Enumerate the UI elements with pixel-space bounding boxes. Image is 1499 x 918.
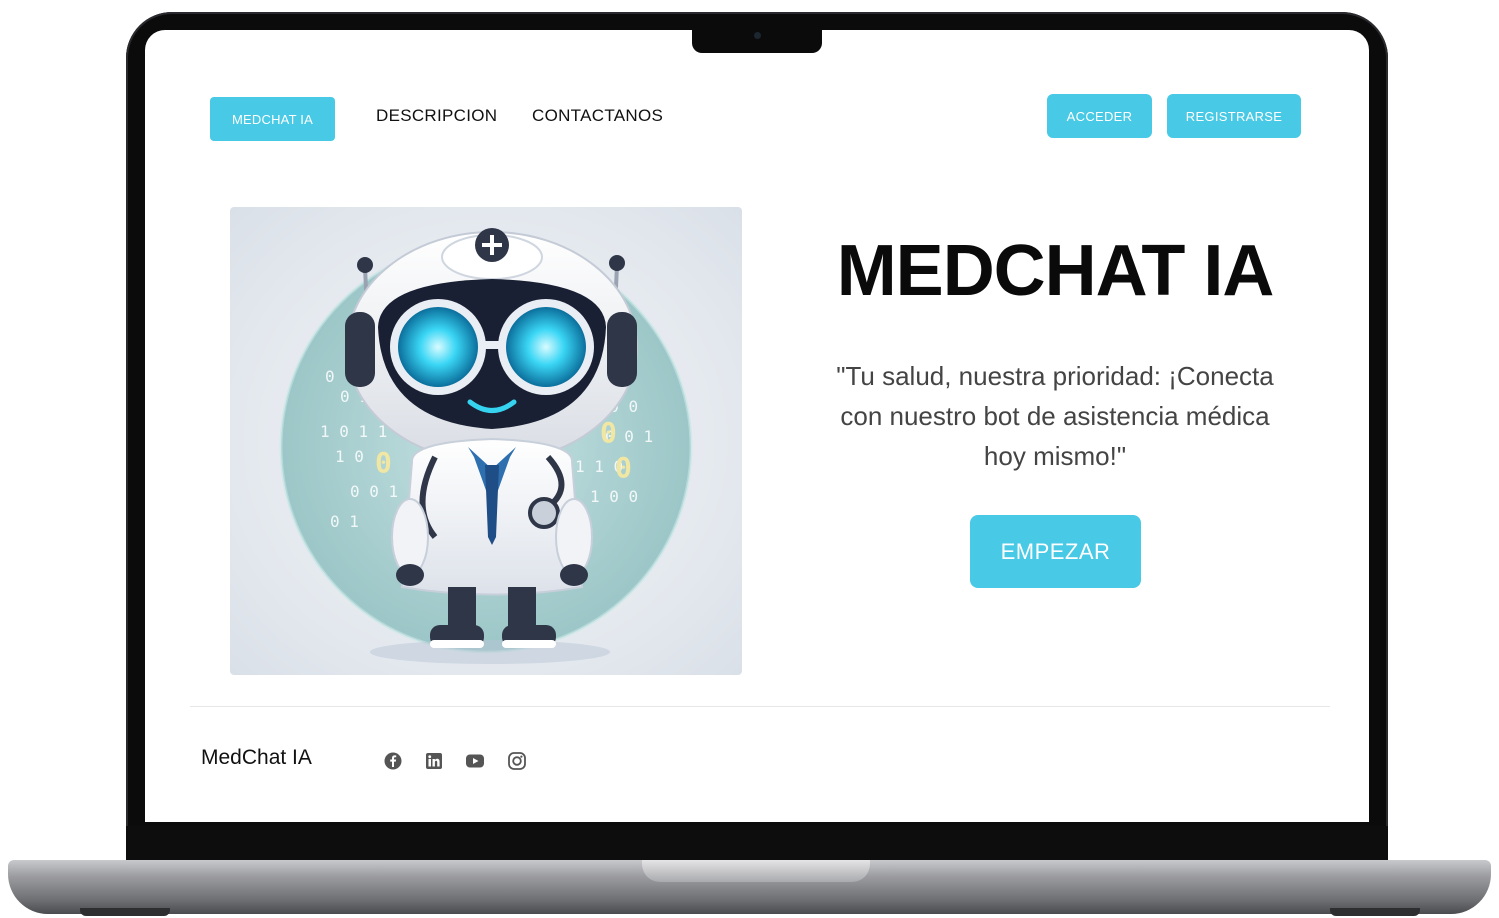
laptop-foot-right [1330, 908, 1420, 916]
youtube-icon[interactable] [466, 752, 484, 770]
instagram-icon[interactable] [508, 752, 526, 770]
doctor-robot-illustration: 00 11 0 1 1 0 1 00 0 10 1 01 0 00 0 1 1 … [230, 207, 742, 675]
robot-doctor-icon: 00 11 0 1 1 0 1 00 0 10 1 01 0 00 0 1 1 … [279, 228, 693, 664]
browser-screen: MEDCHAT IA DESCRIPCION CONTACTANOS ACCED… [145, 30, 1369, 822]
svg-text:0: 0 [615, 451, 632, 484]
footer-brand: MedChat IA [201, 746, 312, 769]
svg-text:1 0 0: 1 0 0 [590, 487, 638, 506]
svg-text:1 0: 1 0 [335, 447, 364, 466]
login-button[interactable]: ACCEDER [1047, 94, 1152, 138]
camera-icon [754, 32, 761, 39]
hero-title: MEDCHAT IA [836, 231, 1275, 311]
start-button[interactable]: EMPEZAR [970, 515, 1141, 588]
nav-brand-button[interactable]: MEDCHAT IA [210, 97, 335, 141]
svg-text:0: 0 [325, 367, 335, 386]
nav-link-descripcion[interactable]: DESCRIPCION [376, 106, 497, 132]
linkedin-icon[interactable] [425, 752, 443, 770]
footer-divider [190, 706, 1330, 707]
facebook-icon[interactable] [384, 752, 402, 770]
hero-subtitle: "Tu salud, nuestra prioridad: ¡Conecta c… [836, 361, 1274, 471]
laptop-foot-left [80, 908, 170, 916]
laptop-mockup: MEDCHAT IA DESCRIPCION CONTACTANOS ACCED… [0, 0, 1499, 918]
svg-text:0 1: 0 1 [330, 512, 359, 531]
svg-text:0 0 1: 0 0 1 [350, 482, 398, 501]
svg-text:0: 0 [375, 446, 392, 479]
register-button[interactable]: REGISTRARSE [1167, 94, 1301, 138]
laptop-base-notch [642, 860, 870, 882]
nav-link-contactanos[interactable]: CONTACTANOS [532, 106, 663, 132]
